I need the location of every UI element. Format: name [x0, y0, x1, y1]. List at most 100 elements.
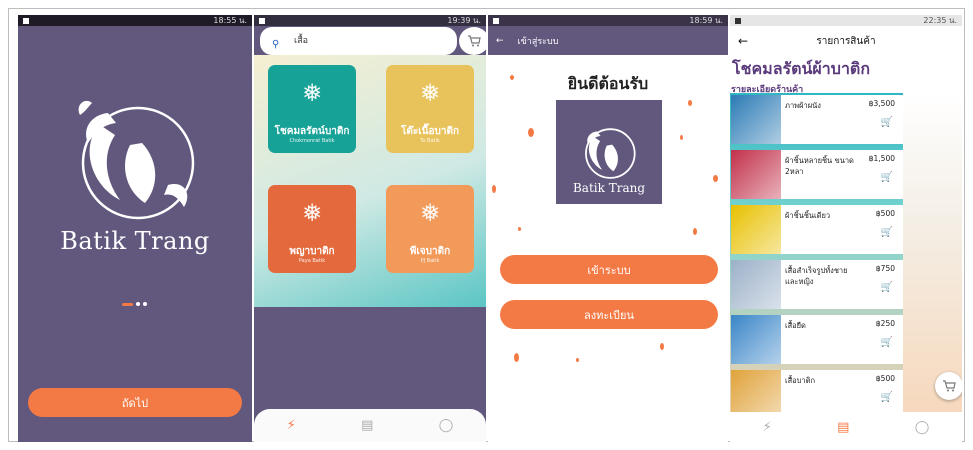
shop-tile[interactable]: ❅ โชคมลรัตน์บาติก Chokmonrat Batik — [268, 65, 356, 153]
ornament-icon: ❅ — [419, 199, 441, 227]
shop-sub: PJ Batik — [420, 258, 440, 264]
products-screen: 22:35 น. ← รายการสินค้า โชคมลรัตน์ผ้าบาต… — [730, 15, 962, 442]
product-image — [731, 205, 781, 254]
shop-sub: Paya Batik — [298, 258, 326, 264]
product-row[interactable]: ผ้าชิ้นหลายชิ้น ขนาด 2หลา ฿1,500 🛒 — [731, 150, 903, 199]
cart-icon — [468, 35, 481, 47]
shop-tile[interactable]: ❅ พีเจบาติก PJ Batik — [386, 185, 474, 273]
cart-icon — [943, 380, 956, 392]
confetti — [528, 128, 534, 137]
ornament-icon: ❅ — [419, 79, 441, 107]
notification-icon — [735, 17, 741, 24]
product-price: ฿500 — [875, 209, 895, 218]
notification-icon — [493, 17, 499, 24]
bolt-icon[interactable]: ⚡ — [763, 420, 772, 435]
bolt-icon[interactable]: ⚡ — [287, 418, 296, 433]
add-to-cart-icon[interactable]: 🛒 — [881, 172, 893, 183]
user-icon[interactable]: ◯ — [439, 418, 454, 433]
product-name: ผ้าชิ้นหลายชิ้น ขนาด 2หลา — [785, 156, 854, 176]
app-bar-title: เข้าสู่ระบบ — [517, 36, 559, 47]
batik-logo-icon — [78, 100, 195, 220]
brand-logo: Batik Trang — [556, 100, 662, 204]
status-time: 18:59 น. — [689, 16, 723, 25]
app-bar-title: รายการสินค้า — [816, 35, 876, 47]
confetti — [660, 343, 664, 350]
product-row[interactable]: เสื้อยืด ฿250 🛒 — [731, 315, 903, 364]
confetti — [693, 228, 697, 235]
product-price: ฿500 — [875, 374, 895, 383]
ornament-icon: ❅ — [301, 79, 323, 107]
status-bar: 22:35 น. — [730, 15, 962, 26]
product-image — [731, 260, 781, 309]
product-row[interactable]: ภาพผ้าผนัง ฿3,500 🛒 — [731, 95, 903, 144]
shop-title: โชคมลรัตน์ผ้าบาติก — [732, 59, 871, 78]
shop-name: พญาบาติก — [289, 246, 335, 257]
product-list: ภาพผ้าผนัง ฿3,500 🛒 ผ้าชิ้นหลายชิ้น ขนาด… — [730, 93, 903, 419]
login-screen: 18:59 น. ← เข้าสู่ระบบ ยินดีต้อนรับ Bati… — [488, 15, 728, 442]
page-dot-active — [122, 302, 133, 306]
shop-name: โต๊ะเนื๊อบาติก — [400, 126, 459, 137]
product-price: ฿1,500 — [868, 154, 895, 163]
bottom-nav: ⚡ ▤ ◯ — [730, 412, 962, 442]
cart-fab[interactable] — [935, 372, 962, 400]
app-bar: ← รายการสินค้า — [730, 26, 962, 56]
search-value: เสื้อ — [294, 36, 308, 46]
page-indicator — [122, 302, 147, 306]
status-bar: 18:59 น. — [488, 15, 728, 26]
splash-screen: 18:55 น. Batik Trang ถัดไป — [18, 15, 252, 442]
add-to-cart-icon[interactable]: 🛒 — [881, 392, 893, 403]
product-image — [731, 315, 781, 364]
add-to-cart-icon[interactable]: 🛒 — [881, 337, 893, 348]
store-icon[interactable]: ▤ — [837, 420, 849, 435]
product-image — [731, 95, 781, 144]
back-arrow-icon[interactable]: ← — [496, 36, 504, 46]
brand-title: Batik Trang — [60, 227, 210, 255]
product-price: ฿3,500 — [868, 99, 895, 108]
cart-button[interactable] — [459, 27, 486, 55]
status-time: 19:39 น. — [447, 16, 481, 25]
shop-tile[interactable]: ❅ โต๊ะเนื๊อบาติก To Batik — [386, 65, 474, 153]
bottom-nav: ⚡ ▤ ◯ — [254, 409, 486, 442]
ornament-icon: ❅ — [301, 199, 323, 227]
register-button[interactable]: ลงทะเบียน — [500, 300, 718, 329]
app-bar: ← เข้าสู่ระบบ — [488, 26, 728, 55]
search-icon: ⚲ — [272, 39, 280, 50]
product-price: ฿250 — [875, 319, 895, 328]
add-to-cart-icon[interactable]: 🛒 — [881, 117, 893, 128]
confetti — [514, 353, 519, 362]
product-row[interactable]: ผ้าชิ้นชิ้นเดียว ฿500 🛒 — [731, 205, 903, 254]
page-dot — [143, 302, 147, 306]
add-to-cart-icon[interactable]: 🛒 — [881, 227, 893, 238]
login-button[interactable]: เข้าระบบ — [500, 255, 718, 284]
search-input[interactable]: ⚲ เสื้อ — [260, 27, 457, 55]
notification-icon — [23, 17, 29, 24]
status-time: 18:55 น. — [213, 16, 247, 25]
confetti — [713, 175, 718, 182]
side-decoration — [903, 93, 962, 413]
page-dot — [136, 302, 140, 306]
notification-icon — [259, 17, 265, 24]
product-image — [731, 150, 781, 199]
confetti — [518, 227, 521, 231]
shop-tile[interactable]: ❅ พญาบาติก Paya Batik — [268, 185, 356, 273]
product-row[interactable]: เสื้อสำเร็จรูปทั้งชาย และหญิง ฿750 🛒 — [731, 260, 903, 309]
add-to-cart-icon[interactable]: 🛒 — [881, 282, 893, 293]
confetti — [492, 185, 496, 193]
store-icon[interactable]: ▤ — [361, 418, 373, 433]
shop-name: โชคมลรัตน์บาติก — [274, 126, 350, 137]
confetti — [680, 135, 683, 140]
next-button[interactable]: ถัดไป — [28, 388, 242, 417]
confetti — [576, 358, 579, 362]
product-name: เสื้อสำเร็จรูปทั้งชาย และหญิง — [785, 266, 848, 286]
confetti — [688, 100, 692, 106]
welcome-heading: ยินดีต้อนรับ — [567, 74, 649, 93]
batik-logo-icon — [585, 128, 636, 179]
product-name: ผ้าชิ้นชิ้นเดียว — [785, 211, 831, 220]
product-name: เสื้อบาติก — [785, 376, 816, 385]
shop-name: พีเจบาติก — [409, 246, 451, 257]
status-bar: 19:39 น. — [254, 15, 486, 26]
logo-text: Batik Trang — [572, 181, 646, 195]
shop-sub: To Batik — [420, 138, 440, 144]
shops-screen: 19:39 น. ⚲ เสื้อ ❅ โชคมลรัตน์บาติก Chokm… — [254, 15, 486, 442]
user-icon[interactable]: ◯ — [915, 420, 930, 435]
